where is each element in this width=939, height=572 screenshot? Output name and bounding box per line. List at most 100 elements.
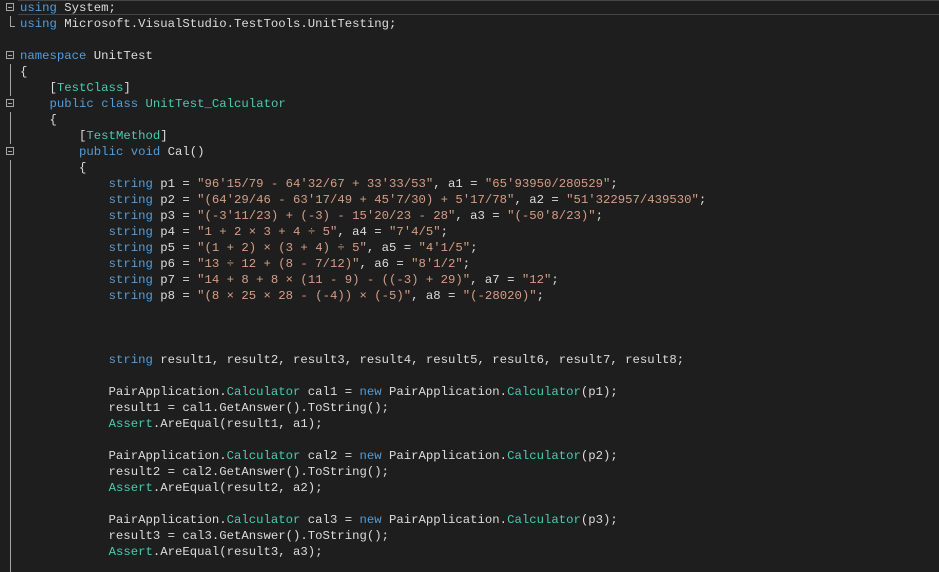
code-token: p3 =: [152, 209, 198, 223]
outline-guide-line: [10, 432, 11, 448]
code-token: ]: [123, 81, 131, 95]
code-line[interactable]: [0, 320, 939, 336]
code-token: , a2 =: [514, 193, 567, 207]
code-token: PairApplication.: [20, 385, 227, 399]
code-line[interactable]: PairApplication.Calculator cal3 = new Pa…: [0, 512, 939, 528]
code-token: , a5 =: [366, 241, 419, 255]
outline-guide-line: [10, 304, 11, 320]
collapse-toggle-icon[interactable]: [6, 51, 14, 59]
code-token: "12": [521, 273, 552, 287]
code-token: "14 + 8 + 8 × (11 - 9) - ((-3) + 29)": [197, 273, 471, 287]
outline-guide-line: [10, 560, 11, 572]
code-line[interactable]: [0, 432, 939, 448]
code-line[interactable]: [0, 496, 939, 512]
code-line[interactable]: string p5 = "(1 + 2) × (3 + 4) ÷ 5", a5 …: [0, 240, 939, 256]
code-token: "(1 + 2) × (3 + 4) ÷ 5": [197, 241, 367, 255]
code-line[interactable]: result2 = cal2.GetAnswer().ToString();: [0, 464, 939, 480]
code-line[interactable]: string p6 = "13 ÷ 12 + (8 - 7/12)", a6 =…: [0, 256, 939, 272]
code-line[interactable]: string p8 = "(8 × 25 × 28 - (-4)) × (-5)…: [0, 288, 939, 304]
collapse-toggle-icon[interactable]: [6, 3, 14, 11]
code-line[interactable]: [0, 368, 939, 384]
code-line[interactable]: Assert.AreEqual(result1, a1);: [0, 416, 939, 432]
code-line[interactable]: using System;: [0, 0, 939, 16]
code-line-text: result3 = cal3.GetAnswer().ToString();: [20, 528, 389, 544]
code-line[interactable]: [0, 304, 939, 320]
code-line-text: {: [20, 112, 57, 128]
code-token: {: [20, 161, 87, 175]
code-line[interactable]: [0, 32, 939, 48]
code-line[interactable]: result3 = cal3.GetAnswer().ToString();: [0, 528, 939, 544]
code-token: ;: [462, 257, 471, 271]
outline-guide-line: [10, 128, 11, 144]
code-token: p4 =: [152, 225, 198, 239]
code-token: string: [108, 177, 153, 191]
code-token: TestClass: [56, 81, 124, 95]
code-line[interactable]: {: [0, 112, 939, 128]
code-line[interactable]: using Microsoft.VisualStudio.TestTools.U…: [0, 16, 939, 32]
code-line-text: [TestMethod]: [20, 128, 168, 144]
code-token: , a8 =: [411, 289, 463, 303]
collapse-toggle-icon[interactable]: [6, 147, 14, 155]
outline-guide-line: [10, 416, 11, 432]
code-line-text: {: [20, 64, 27, 80]
code-token: UnitTest: [86, 49, 153, 63]
code-token: "65'93950/280529": [484, 177, 611, 191]
outline-guide-line: [10, 192, 11, 208]
code-line-text: PairApplication.Calculator cal3 = new Pa…: [20, 512, 618, 528]
code-line[interactable]: Assert.AreEqual(result2, a2);: [0, 480, 939, 496]
code-line[interactable]: {: [0, 64, 939, 80]
code-token: Calculator: [226, 513, 301, 527]
code-line[interactable]: [0, 560, 939, 572]
outline-guide-line: [10, 160, 11, 176]
code-token: "(-50'8/23)": [507, 209, 596, 223]
code-token: "4'1/5": [418, 241, 471, 255]
code-line[interactable]: PairApplication.Calculator cal1 = new Pa…: [0, 384, 939, 400]
code-token: result3 = cal3.GetAnswer().ToString();: [20, 529, 389, 543]
code-line[interactable]: [TestClass]: [0, 80, 939, 96]
outline-guide-line: [10, 80, 11, 96]
code-line-text: Assert.AreEqual(result1, a1);: [20, 416, 323, 432]
code-line[interactable]: {: [0, 160, 939, 176]
code-line[interactable]: string p1 = "96'15/79 - 64'32/67 + 33'33…: [0, 176, 939, 192]
code-line[interactable]: string p7 = "14 + 8 + 8 × (11 - 9) - ((-…: [0, 272, 939, 288]
code-line[interactable]: namespace UnitTest: [0, 48, 939, 64]
code-line[interactable]: Assert.AreEqual(result3, a3);: [0, 544, 939, 560]
code-line[interactable]: public class UnitTest_Calculator: [0, 96, 939, 112]
code-token: Calculator: [226, 385, 301, 399]
collapse-toggle-icon[interactable]: [6, 99, 14, 107]
code-line[interactable]: string p4 = "1 + 2 × 3 + 4 ÷ 5", a4 = "7…: [0, 224, 939, 240]
code-token: class: [101, 97, 139, 111]
code-line-text: public void Cal(): [20, 144, 204, 160]
code-line[interactable]: PairApplication.Calculator cal2 = new Pa…: [0, 448, 939, 464]
code-token: , a3 =: [455, 209, 508, 223]
code-token: p8 =: [152, 289, 198, 303]
code-line[interactable]: [TestMethod]: [0, 128, 939, 144]
code-editor[interactable]: using System; using Microsoft.VisualStudi…: [0, 0, 939, 572]
code-line[interactable]: string result1, result2, result3, result…: [0, 352, 939, 368]
outline-guide-line: [10, 496, 11, 512]
code-line[interactable]: [0, 336, 939, 352]
code-token: ]: [160, 129, 168, 143]
code-token: p1 =: [152, 177, 198, 191]
code-token: PairApplication.: [20, 513, 227, 527]
code-token: Calculator: [507, 513, 581, 527]
code-line[interactable]: public void Cal(): [0, 144, 939, 160]
code-line[interactable]: string p3 = "(-3'11/23) + (-3) - 15'20/2…: [0, 208, 939, 224]
code-line[interactable]: string p2 = "(64'29/46 - 63'17/49 + 45'7…: [0, 192, 939, 208]
code-token: result2 = cal2.GetAnswer().ToString();: [20, 465, 389, 479]
code-line-text: public class UnitTest_Calculator: [20, 96, 286, 112]
code-area[interactable]: using System; using Microsoft.VisualStudi…: [0, 0, 939, 572]
outline-guide-line: [10, 112, 11, 128]
code-line-text: PairApplication.Calculator cal2 = new Pa…: [20, 448, 618, 464]
code-token: string: [108, 225, 153, 239]
code-token: PairApplication.: [381, 513, 508, 527]
code-token: ;: [470, 241, 478, 255]
code-token: new: [359, 385, 382, 399]
code-line[interactable]: result1 = cal1.GetAnswer().ToString();: [0, 400, 939, 416]
